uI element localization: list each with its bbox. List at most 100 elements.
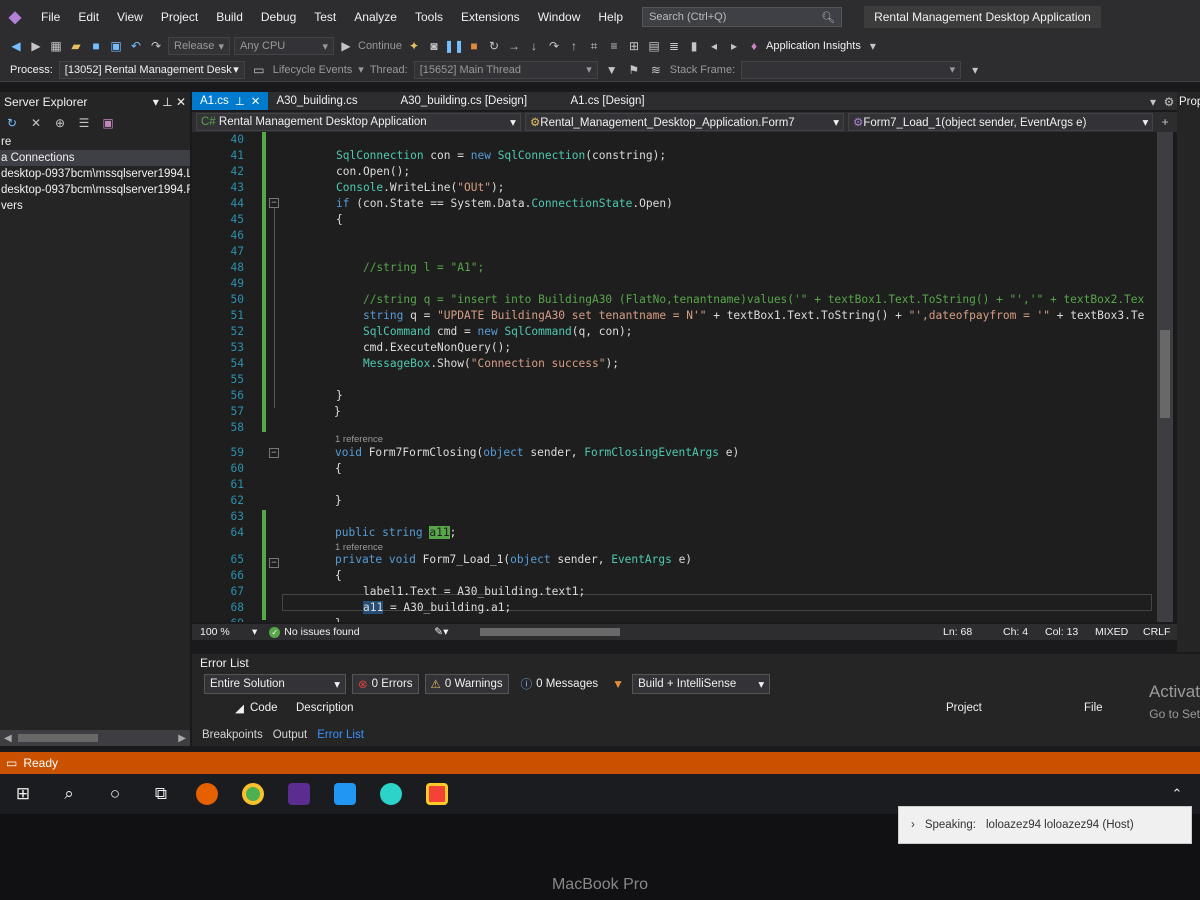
- back-icon[interactable]: ◀: [8, 38, 24, 54]
- tree-item-data-connections[interactable]: a Connections: [0, 150, 190, 166]
- hex-icon[interactable]: ⌗: [586, 38, 602, 54]
- filter-icon[interactable]: ▼: [604, 62, 620, 78]
- windows-start-icon[interactable]: ⊞: [0, 774, 46, 814]
- gear-icon[interactable]: ⚙: [1161, 94, 1177, 110]
- tree-item-connection-2[interactable]: desktop-0937bcm\mssqlserver1994.R: [0, 182, 190, 198]
- search-icon[interactable]: ⌕: [46, 774, 92, 814]
- menu-tools[interactable]: Tools: [406, 10, 452, 24]
- menu-window[interactable]: Window: [529, 10, 590, 24]
- code-line[interactable]: 55: [192, 372, 1157, 388]
- menu-help[interactable]: Help: [589, 10, 632, 24]
- issues-status[interactable]: No issues found: [284, 626, 434, 638]
- code-line[interactable]: 45{: [192, 212, 1157, 228]
- open-folder-icon[interactable]: ▰: [68, 38, 84, 54]
- build-filter-select[interactable]: Build + IntelliSense ▾: [632, 674, 771, 694]
- split-editor-icon[interactable]: +: [1157, 114, 1173, 130]
- save-icon[interactable]: ■: [88, 38, 104, 54]
- code-line[interactable]: 42 con.Open();: [192, 164, 1157, 180]
- menu-debug[interactable]: Debug: [252, 10, 305, 24]
- connect-database-icon[interactable]: ⊕: [52, 115, 68, 131]
- code-line[interactable]: 46: [192, 228, 1157, 244]
- application-insights-button[interactable]: Application Insights: [766, 40, 861, 52]
- member-dropdown[interactable]: ⚙Form7_Load_1(object sender, EventArgs e…: [848, 113, 1154, 131]
- code-line[interactable]: 49: [192, 276, 1157, 292]
- tree-item-azure[interactable]: re: [0, 134, 190, 150]
- code-line[interactable]: 43 Console.WriteLine("OUt");: [192, 180, 1157, 196]
- sort-icon[interactable]: ◢: [192, 701, 250, 715]
- code-line[interactable]: 44 if (con.State == System.Data.Connectio…: [192, 196, 1157, 212]
- continue-icon[interactable]: ▶: [338, 38, 354, 54]
- bookmark-icon[interactable]: ▮: [686, 38, 702, 54]
- code-line[interactable]: 68 a11 = A30_building.a1;: [192, 600, 1157, 616]
- column-project[interactable]: Project: [946, 702, 1084, 714]
- restart-icon[interactable]: ↻: [486, 38, 502, 54]
- close-icon[interactable]: ✕: [251, 94, 261, 108]
- menu-view[interactable]: View: [108, 10, 152, 24]
- line-ending[interactable]: CRLF: [1143, 626, 1177, 638]
- configuration-select[interactable]: Release ▾: [168, 37, 230, 55]
- azure-icon[interactable]: ▣: [100, 115, 116, 131]
- code-line[interactable]: 62}: [192, 493, 1157, 509]
- stop-icon[interactable]: ■: [466, 38, 482, 54]
- show-next-statement-icon[interactable]: →: [506, 38, 522, 54]
- code-line[interactable]: 50 //string q = "insert into BuildingA30…: [192, 292, 1157, 308]
- code-line[interactable]: 69}: [192, 616, 1157, 622]
- code-line[interactable]: 59 void Form7FormClosing(object sender, F…: [192, 445, 1157, 461]
- stop-refresh-icon[interactable]: ✕: [28, 115, 44, 131]
- tab-a30-building-cs[interactable]: A30_building.cs: [268, 92, 392, 110]
- lightbulb-icon[interactable]: ♦: [746, 38, 762, 54]
- pin-icon[interactable]: ⊥: [235, 94, 245, 108]
- code-line[interactable]: 56}: [192, 388, 1157, 404]
- tab-breakpoints[interactable]: Breakpoints: [202, 729, 263, 741]
- project-dropdown[interactable]: C# Rental Management Desktop Application…: [196, 113, 521, 131]
- lifecycle-events-button[interactable]: Lifecycle Events: [273, 64, 352, 76]
- gallery-app-icon[interactable]: [414, 774, 460, 814]
- tab-mode[interactable]: MIXED: [1095, 626, 1143, 638]
- menu-build[interactable]: Build: [207, 10, 252, 24]
- undo-icon[interactable]: ↶: [128, 38, 144, 54]
- chevron-down-icon[interactable]: ▾: [865, 38, 881, 54]
- process-select[interactable]: [13052] Rental Management Desk ▾: [58, 60, 245, 79]
- visual-studio-icon[interactable]: [276, 774, 322, 814]
- thread-icon[interactable]: ≡: [606, 38, 622, 54]
- codelens-references[interactable]: 1 reference: [335, 434, 383, 445]
- code-line[interactable]: 63: [192, 509, 1157, 525]
- flag-icon[interactable]: ⚑: [626, 62, 642, 78]
- horizontal-scrollbar[interactable]: ◀ ▶: [0, 730, 190, 746]
- window-icon[interactable]: ▤: [646, 38, 662, 54]
- menu-analyze[interactable]: Analyze: [345, 10, 406, 24]
- comment-icon[interactable]: ≣: [666, 38, 682, 54]
- tree-item-connection-1[interactable]: desktop-0937bcm\mssqlserver1994.L: [0, 166, 190, 182]
- refresh-icon[interactable]: ↻: [4, 115, 20, 131]
- tab-list-icon[interactable]: ▾: [1145, 94, 1161, 110]
- tab-a1-design[interactable]: A1.cs [Design]: [562, 92, 712, 110]
- chrome-icon[interactable]: [230, 774, 276, 814]
- menu-edit[interactable]: Edit: [69, 10, 108, 24]
- menu-extensions[interactable]: Extensions: [452, 10, 529, 24]
- hierarchy-icon[interactable]: ⊞: [626, 38, 642, 54]
- code-line[interactable]: 67 label1.Text = A30_building.text1;: [192, 584, 1157, 600]
- brush-icon[interactable]: ✎▾: [434, 626, 474, 638]
- scroll-right-icon[interactable]: ▶: [178, 733, 186, 744]
- tab-output[interactable]: Output: [273, 729, 308, 741]
- search-input[interactable]: Search (Ctrl+Q) 🔍︎: [642, 7, 843, 27]
- code-editor[interactable]: − − − 40 41 SqlConnection con = new SqlCo…: [192, 132, 1157, 622]
- pause-icon[interactable]: ❚❚: [444, 38, 464, 54]
- code-line[interactable]: 57}: [192, 404, 1157, 420]
- scrollbar-thumb[interactable]: [18, 734, 98, 742]
- zoom-app-icon[interactable]: [368, 774, 414, 814]
- new-project-icon[interactable]: ▦: [48, 38, 64, 54]
- task-view-icon[interactable]: ⧉: [138, 774, 184, 814]
- class-dropdown[interactable]: ⚙Rental_Management_Desktop_Application.F…: [524, 113, 844, 131]
- step-out-icon[interactable]: ↑: [566, 38, 582, 54]
- warnings-filter-button[interactable]: ⚠ 0 Warnings: [424, 674, 509, 694]
- code-line[interactable]: 48 //string l = "A1";: [192, 260, 1157, 276]
- tab-a1-cs[interactable]: A1.cs ⊥ ✕: [192, 92, 269, 110]
- menu-file[interactable]: File: [32, 10, 69, 24]
- column-file[interactable]: File: [1084, 702, 1144, 714]
- forward-icon[interactable]: ▶: [28, 38, 44, 54]
- code-line[interactable]: 65 private void Form7_Load_1(object sende…: [192, 552, 1157, 568]
- bookmark-next-icon[interactable]: ▸: [726, 38, 742, 54]
- step-over-icon[interactable]: ↷: [546, 38, 562, 54]
- tab-a30-building-design[interactable]: A30_building.cs [Design]: [392, 92, 562, 110]
